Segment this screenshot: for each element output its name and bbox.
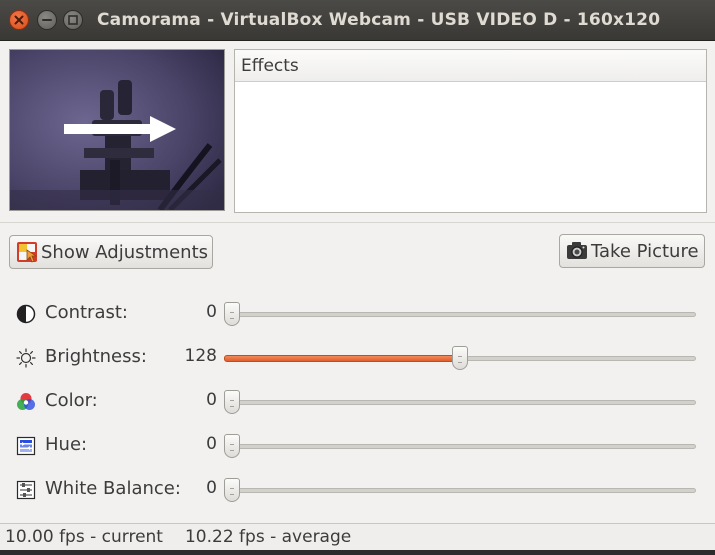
brightness-slider-handle[interactable] (452, 346, 468, 370)
window-title: Camorama - VirtualBox Webcam - USB VIDEO… (97, 10, 661, 30)
adjustment-row-color: Color: 0 (0, 386, 715, 416)
show-adjustments-label: Show Adjustments (41, 241, 209, 263)
take-picture-button[interactable]: Take Picture (559, 234, 705, 268)
white-balance-value: 0 (206, 478, 217, 498)
hue-slider-handle[interactable] (224, 434, 240, 458)
webcam-frame-image (10, 50, 224, 210)
divider (0, 222, 715, 223)
white-balance-label: White Balance: (45, 478, 181, 499)
hue-slider[interactable] (224, 444, 696, 449)
white-balance-icon (16, 480, 36, 500)
show-adjustments-button[interactable]: Show Adjustments (9, 235, 213, 269)
white-balance-slider[interactable] (224, 488, 696, 493)
maximize-window-button[interactable] (63, 10, 83, 30)
white-balance-slider-handle[interactable] (224, 478, 240, 502)
hue-icon (16, 436, 36, 456)
contrast-icon (16, 304, 36, 324)
adjustment-row-contrast: Contrast: 0 (0, 298, 715, 328)
adjustment-row-brightness: Brightness: 128 (0, 342, 715, 372)
title-bar[interactable]: Camorama - VirtualBox Webcam - USB VIDEO… (0, 0, 715, 41)
adjustments-icon (17, 242, 38, 263)
contrast-slider-handle[interactable] (224, 302, 240, 326)
maximize-icon (68, 15, 78, 25)
fps-average: 10.22 fps - average (184, 527, 352, 547)
status-bar: 10.00 fps - current 10.22 fps - average (0, 523, 715, 550)
color-slider[interactable] (224, 400, 696, 405)
effects-column-header[interactable]: Effects (235, 50, 706, 82)
effects-list[interactable]: Effects (234, 49, 707, 213)
adjustment-row-hue: Hue: 0 (0, 430, 715, 460)
brightness-label: Brightness: (45, 346, 147, 367)
brightness-value: 128 (184, 346, 217, 366)
hue-value: 0 (206, 434, 217, 454)
webcam-preview (9, 49, 225, 211)
contrast-label: Contrast: (45, 302, 128, 323)
brightness-slider-fill (224, 355, 460, 362)
color-slider-handle[interactable] (224, 390, 240, 414)
camorama-window: Camorama - VirtualBox Webcam - USB VIDEO… (0, 0, 715, 550)
brightness-icon (16, 348, 36, 368)
contrast-slider[interactable] (224, 312, 696, 317)
background-terminal-strip (0, 550, 715, 555)
hue-label: Hue: (45, 434, 88, 455)
adjustment-row-white-balance: White Balance: 0 (0, 474, 715, 504)
close-window-button[interactable] (9, 10, 29, 30)
take-picture-label: Take Picture (591, 240, 699, 262)
color-label: Color: (45, 390, 98, 411)
color-value: 0 (206, 390, 217, 410)
minimize-icon (42, 19, 52, 21)
color-icon (17, 393, 35, 410)
contrast-value: 0 (206, 302, 217, 322)
minimize-window-button[interactable] (37, 10, 57, 30)
fps-current: 10.00 fps - current (5, 527, 163, 547)
close-icon (14, 15, 24, 25)
camera-icon (567, 242, 587, 259)
